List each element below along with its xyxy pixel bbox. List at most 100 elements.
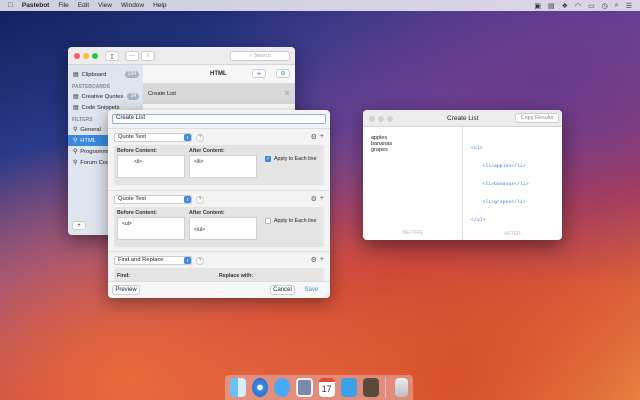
find-label: Find: bbox=[117, 273, 130, 279]
view-button[interactable]: — bbox=[125, 51, 139, 61]
filter-step: Quote Text ⇕ ? ⚙ + Before Content: <li> Af… bbox=[108, 128, 330, 188]
menu-window[interactable]: Window bbox=[121, 2, 144, 9]
zoom-button[interactable] bbox=[387, 116, 393, 122]
tweetbot-icon[interactable] bbox=[340, 378, 357, 397]
minimize-button[interactable] bbox=[83, 53, 89, 59]
search-icon[interactable]: ⌕ bbox=[615, 2, 619, 10]
checkmark-icon: ✓ bbox=[265, 156, 271, 162]
popover-footer: Preview Cancel Save bbox=[108, 281, 330, 298]
title-bar: Create List Copy Results bbox=[363, 110, 562, 127]
after-content-input[interactable]: </ul> bbox=[189, 217, 257, 240]
filter-icon: ⚲ bbox=[73, 159, 78, 166]
add-filter-button[interactable]: + bbox=[72, 221, 86, 230]
minimize-button[interactable] bbox=[378, 116, 384, 122]
filter-editor-popover: Create List Quote Text ⇕ ? ⚙ + Before Cont… bbox=[108, 110, 330, 298]
before-content-input[interactable]: <li> bbox=[117, 155, 185, 178]
dock: 17 bbox=[225, 375, 413, 400]
dock-divider bbox=[384, 377, 386, 398]
after-label: AFTER bbox=[504, 231, 521, 237]
plus-icon[interactable]: + bbox=[320, 195, 324, 203]
notes-icon[interactable]: ▤ bbox=[548, 2, 555, 10]
menu-help[interactable]: Help bbox=[153, 2, 166, 9]
wifi-icon[interactable]: ◠ bbox=[575, 2, 581, 10]
step-options: Before Content: <li> After Content: </li… bbox=[114, 145, 324, 185]
search-input[interactable]: ⌕ Search bbox=[230, 51, 290, 61]
replace-label: Replace with: bbox=[219, 273, 254, 279]
gear-icon: ⚙ bbox=[280, 71, 286, 77]
apply-each-line-checkbox[interactable]: ✓ Apply to Each line bbox=[265, 156, 316, 162]
preview-window: Create List Copy Results apples bananas … bbox=[363, 110, 562, 240]
plus-icon[interactable]: + bbox=[320, 133, 324, 141]
settings-button[interactable]: ⚙ bbox=[276, 69, 290, 78]
list-title: HTML bbox=[210, 71, 227, 77]
help-button[interactable]: ? bbox=[196, 196, 204, 204]
cancel-button[interactable]: Cancel bbox=[270, 285, 295, 295]
after-content-input[interactable]: </li> bbox=[189, 155, 257, 178]
menu-bar:  Pastebot File Edit View Window Help ▣ … bbox=[0, 0, 640, 11]
calendar-icon[interactable]: 17 bbox=[318, 378, 335, 397]
close-button[interactable] bbox=[74, 53, 80, 59]
filter-name-input[interactable]: Create List bbox=[112, 114, 326, 124]
step-type-select[interactable]: Find and Replace ⇕ bbox=[114, 256, 192, 265]
chevron-updown-icon: ⇕ bbox=[184, 196, 191, 203]
shortcut-icon: ⌘ bbox=[284, 91, 290, 97]
after-label: After Content: bbox=[189, 148, 225, 154]
copy-results-button[interactable]: Copy Results bbox=[515, 113, 559, 123]
add-button[interactable]: + bbox=[252, 69, 266, 78]
battery-icon[interactable]: ▭ bbox=[588, 2, 595, 10]
step-type-select[interactable]: Quote Text ⇕ bbox=[114, 195, 192, 204]
after-pane: <ul> <li>apples</li> <li>bananas</li> <l… bbox=[463, 127, 562, 240]
messages-icon[interactable] bbox=[273, 378, 290, 397]
step-type-select[interactable]: Quote Text ⇕ bbox=[114, 133, 192, 142]
filter-step: Find and Replace ⇕ ? ⚙ + Find: Replace wit… bbox=[108, 251, 330, 288]
plus-icon[interactable]: + bbox=[320, 256, 324, 264]
finder-icon[interactable] bbox=[230, 378, 246, 397]
list-view-button[interactable]: ≡ bbox=[141, 51, 155, 61]
count-badge: 134 bbox=[124, 71, 139, 78]
gear-icon[interactable]: ⚙ bbox=[311, 133, 317, 141]
dropbox-icon[interactable]: ❖ bbox=[562, 2, 568, 10]
list-icon[interactable]: ☰ bbox=[626, 2, 632, 10]
help-button[interactable]: ? bbox=[196, 134, 204, 142]
chevron-updown-icon: ⇕ bbox=[184, 134, 191, 141]
menu-app[interactable]: Pastebot bbox=[22, 2, 49, 9]
gear-icon[interactable]: ⚙ bbox=[311, 195, 317, 203]
pasteboards-header: PASTEBOARDS bbox=[72, 84, 110, 90]
apply-each-line-checkbox[interactable]: Apply to Each line bbox=[265, 218, 316, 224]
sidebar-item-clipboard[interactable]: ▤ Clipboard 134 bbox=[68, 69, 143, 80]
after-label: After Content: bbox=[189, 210, 225, 216]
filter-step: Quote Text ⇕ ? ⚙ + Before Content: <ul> Af… bbox=[108, 190, 330, 250]
gear-icon[interactable]: ⚙ bbox=[311, 256, 317, 264]
pasteboard-icon: ▤ bbox=[73, 93, 79, 100]
calendar-icon[interactable]: ▣ bbox=[534, 2, 541, 10]
list-row[interactable]: Create List ⌘ bbox=[143, 83, 295, 104]
clipboard-icon: ▤ bbox=[73, 71, 79, 78]
sidebar-toggle-button[interactable]: ▯ bbox=[105, 51, 119, 61]
pastebot-icon[interactable] bbox=[362, 378, 379, 397]
chevron-updown-icon: ⇕ bbox=[184, 257, 191, 264]
trash-icon[interactable] bbox=[395, 378, 408, 397]
clock-icon[interactable]: ◷ bbox=[602, 2, 608, 10]
zoom-button[interactable] bbox=[92, 53, 98, 59]
before-content-input[interactable]: <ul> bbox=[117, 217, 185, 240]
preview-button[interactable]: Preview bbox=[112, 285, 140, 295]
before-label: Before Content: bbox=[117, 210, 158, 216]
pasteboard-icon: ▤ bbox=[73, 104, 79, 111]
menu-view[interactable]: View bbox=[98, 2, 112, 9]
checkbox-icon bbox=[265, 218, 271, 224]
step-options: Before Content: <ul> After Content: </ul… bbox=[114, 207, 324, 247]
before-pane: apples bananas grapes BEFORE bbox=[363, 127, 463, 240]
close-button[interactable] bbox=[369, 116, 375, 122]
window-title: Create List bbox=[447, 115, 479, 122]
menu-edit[interactable]: Edit bbox=[78, 2, 89, 9]
preview-icon[interactable] bbox=[295, 378, 313, 397]
safari-icon[interactable] bbox=[251, 378, 268, 397]
apple-menu-icon[interactable]:  bbox=[8, 2, 13, 9]
count-badge: 14 bbox=[127, 93, 139, 100]
menu-file[interactable]: File bbox=[58, 2, 68, 9]
filter-icon: ⚲ bbox=[73, 126, 78, 133]
list-header: HTML + ⚙ bbox=[143, 65, 295, 83]
save-button[interactable]: Save bbox=[299, 285, 324, 295]
help-button[interactable]: ? bbox=[196, 257, 204, 265]
sidebar-item-creative-quotes[interactable]: ▤ Creative Quotes 14 bbox=[68, 91, 143, 102]
